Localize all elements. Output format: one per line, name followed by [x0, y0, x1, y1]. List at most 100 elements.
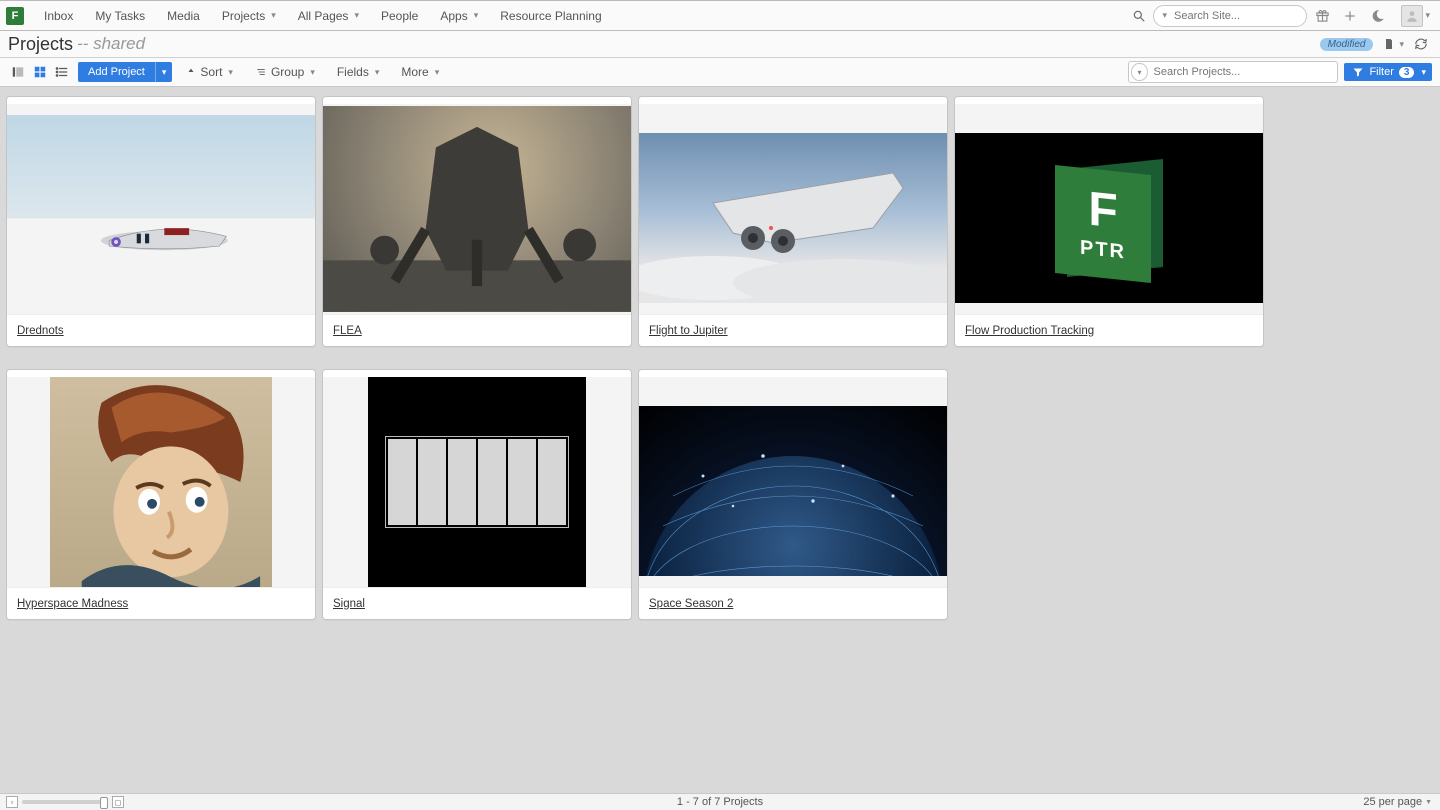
status-bar: ▫ ◻ 1 - 7 of 7 Projects 25 per page ▼	[0, 793, 1440, 810]
project-card[interactable]: Flight to Jupiter	[638, 96, 948, 347]
filter-count: 3	[1399, 67, 1415, 78]
nav-label: My Tasks	[95, 9, 145, 23]
add-project-button[interactable]: Add Project	[78, 62, 155, 82]
search-icon[interactable]	[1129, 6, 1149, 26]
project-title-link[interactable]: Flight to Jupiter	[649, 325, 728, 337]
status-range: 1 - 7 of 7 Projects	[677, 796, 763, 808]
projects-grid: Drednots FLEA	[0, 86, 1440, 640]
search-scope-dropdown[interactable]: ▾	[1158, 10, 1172, 21]
view-grid-icon[interactable]	[30, 62, 50, 82]
group-menu[interactable]: Group ▾	[247, 61, 323, 83]
spaceship-icon	[639, 133, 947, 303]
sort-menu[interactable]: Sort ▾	[178, 61, 241, 83]
chevron-down-icon: ▾	[1399, 39, 1404, 50]
content-area: Drednots FLEA	[0, 86, 1440, 794]
chevron-down-icon: ▾	[375, 67, 380, 78]
zoom-handle[interactable]	[100, 797, 108, 809]
spaceship-icon	[75, 213, 254, 254]
chevron-down-icon: ▾	[354, 10, 359, 21]
toolbar: Add Project ▾ Sort ▾ Group ▾ Fields ▾ Mo…	[0, 58, 1440, 87]
nav-my-tasks[interactable]: My Tasks	[85, 4, 155, 28]
project-card[interactable]: Hyperspace Madness	[6, 369, 316, 620]
view-toggle	[8, 62, 72, 82]
moon-icon[interactable]	[1365, 2, 1391, 30]
more-menu[interactable]: More ▾	[393, 61, 447, 83]
page-title-suffix: -- shared	[77, 34, 145, 54]
nav-people[interactable]: People	[371, 4, 428, 28]
nav-label: Resource Planning	[500, 9, 601, 23]
project-card[interactable]: Space Season 2	[638, 369, 948, 620]
zoom-track[interactable]	[22, 800, 108, 804]
fpt-logo-icon: F PTR	[1049, 158, 1169, 278]
modified-badge[interactable]: Modified	[1320, 38, 1374, 51]
character-portrait-icon	[50, 377, 272, 587]
project-card[interactable]: F PTR Flow Production Tracking	[954, 96, 1264, 347]
tool-label: Group	[271, 65, 304, 79]
plus-icon[interactable]	[1337, 2, 1363, 30]
fields-menu[interactable]: Fields ▾	[329, 61, 388, 83]
project-thumbnail	[7, 377, 315, 587]
filter-icon	[1352, 66, 1364, 78]
project-thumbnail: F PTR	[955, 104, 1263, 314]
tool-label: Fields	[337, 65, 369, 79]
chevron-down-icon: ▾	[474, 10, 479, 21]
chevron-down-icon: ▾	[228, 67, 233, 78]
project-search[interactable]: ▾	[1128, 61, 1338, 83]
project-search-input[interactable]	[1152, 65, 1332, 79]
project-thumbnail	[639, 104, 947, 314]
zoom-min-icon[interactable]: ▫	[6, 796, 18, 808]
title-bar: Projects -- shared Modified ▾	[0, 31, 1440, 58]
site-search-input[interactable]	[1172, 9, 1298, 23]
site-search[interactable]: ▾	[1153, 5, 1307, 27]
project-title-link[interactable]: Hyperspace Madness	[17, 598, 128, 610]
project-title-link[interactable]: Signal	[333, 598, 365, 610]
user-menu[interactable]: ▾	[1393, 5, 1434, 27]
view-column-icon[interactable]	[8, 62, 28, 82]
project-card[interactable]: FLEA	[322, 96, 632, 347]
nav-media[interactable]: Media	[157, 4, 210, 28]
nav-all-pages[interactable]: All Pages ▾	[288, 4, 369, 28]
nav-label: Apps	[440, 9, 467, 23]
zoom-max-icon[interactable]: ◻	[112, 796, 124, 808]
project-thumbnail	[7, 104, 315, 314]
project-thumbnail	[639, 377, 947, 587]
nav-label: Media	[167, 9, 200, 23]
page-menu-button[interactable]: ▾	[1379, 33, 1406, 55]
view-list-icon[interactable]	[52, 62, 72, 82]
nav-label: Inbox	[44, 9, 73, 23]
project-card[interactable]: Signal	[322, 369, 632, 620]
mech-icon	[323, 106, 631, 312]
project-title-link[interactable]: Space Season 2	[649, 598, 733, 610]
project-search-scope[interactable]: ▾	[1131, 63, 1147, 81]
page-title: Projects	[8, 34, 73, 55]
project-title-link[interactable]: Flow Production Tracking	[965, 325, 1094, 337]
nav-projects[interactable]: Projects▾	[212, 4, 286, 28]
refresh-icon[interactable]	[1410, 33, 1432, 55]
add-project-dropdown[interactable]: ▾	[155, 62, 173, 82]
per-page-label: 25 per page	[1363, 796, 1422, 808]
project-card[interactable]: Drednots	[6, 96, 316, 347]
triangle-down-icon: ▼	[1425, 799, 1432, 806]
tool-label: More	[401, 65, 428, 79]
app-logo[interactable]: F	[6, 7, 24, 25]
nav-resource-planning[interactable]: Resource Planning	[490, 4, 611, 28]
gift-icon[interactable]	[1309, 2, 1335, 30]
nav-apps[interactable]: Apps ▾	[430, 4, 488, 28]
chevron-down-icon: ▾	[1421, 67, 1426, 78]
project-thumbnail	[323, 104, 631, 314]
nav-inbox[interactable]: Inbox	[34, 4, 83, 28]
project-title-link[interactable]: Drednots	[17, 325, 64, 337]
earth-icon	[639, 406, 947, 576]
chevron-down-icon: ▾	[1425, 10, 1430, 21]
avatar	[1401, 5, 1423, 27]
chevron-down-icon: ▾	[271, 10, 276, 21]
tool-label: Sort	[200, 65, 222, 79]
per-page-selector[interactable]: 25 per page ▼	[1363, 796, 1432, 808]
fpt-subtext: PTR	[1080, 236, 1126, 264]
project-title-link[interactable]: FLEA	[333, 325, 362, 337]
zoom-slider[interactable]: ▫ ◻	[6, 796, 124, 808]
nav-label: All Pages	[298, 9, 349, 23]
filter-label: Filter	[1369, 66, 1393, 78]
filmstrip-icon	[385, 436, 569, 528]
filter-button[interactable]: Filter 3 ▾	[1344, 63, 1432, 81]
